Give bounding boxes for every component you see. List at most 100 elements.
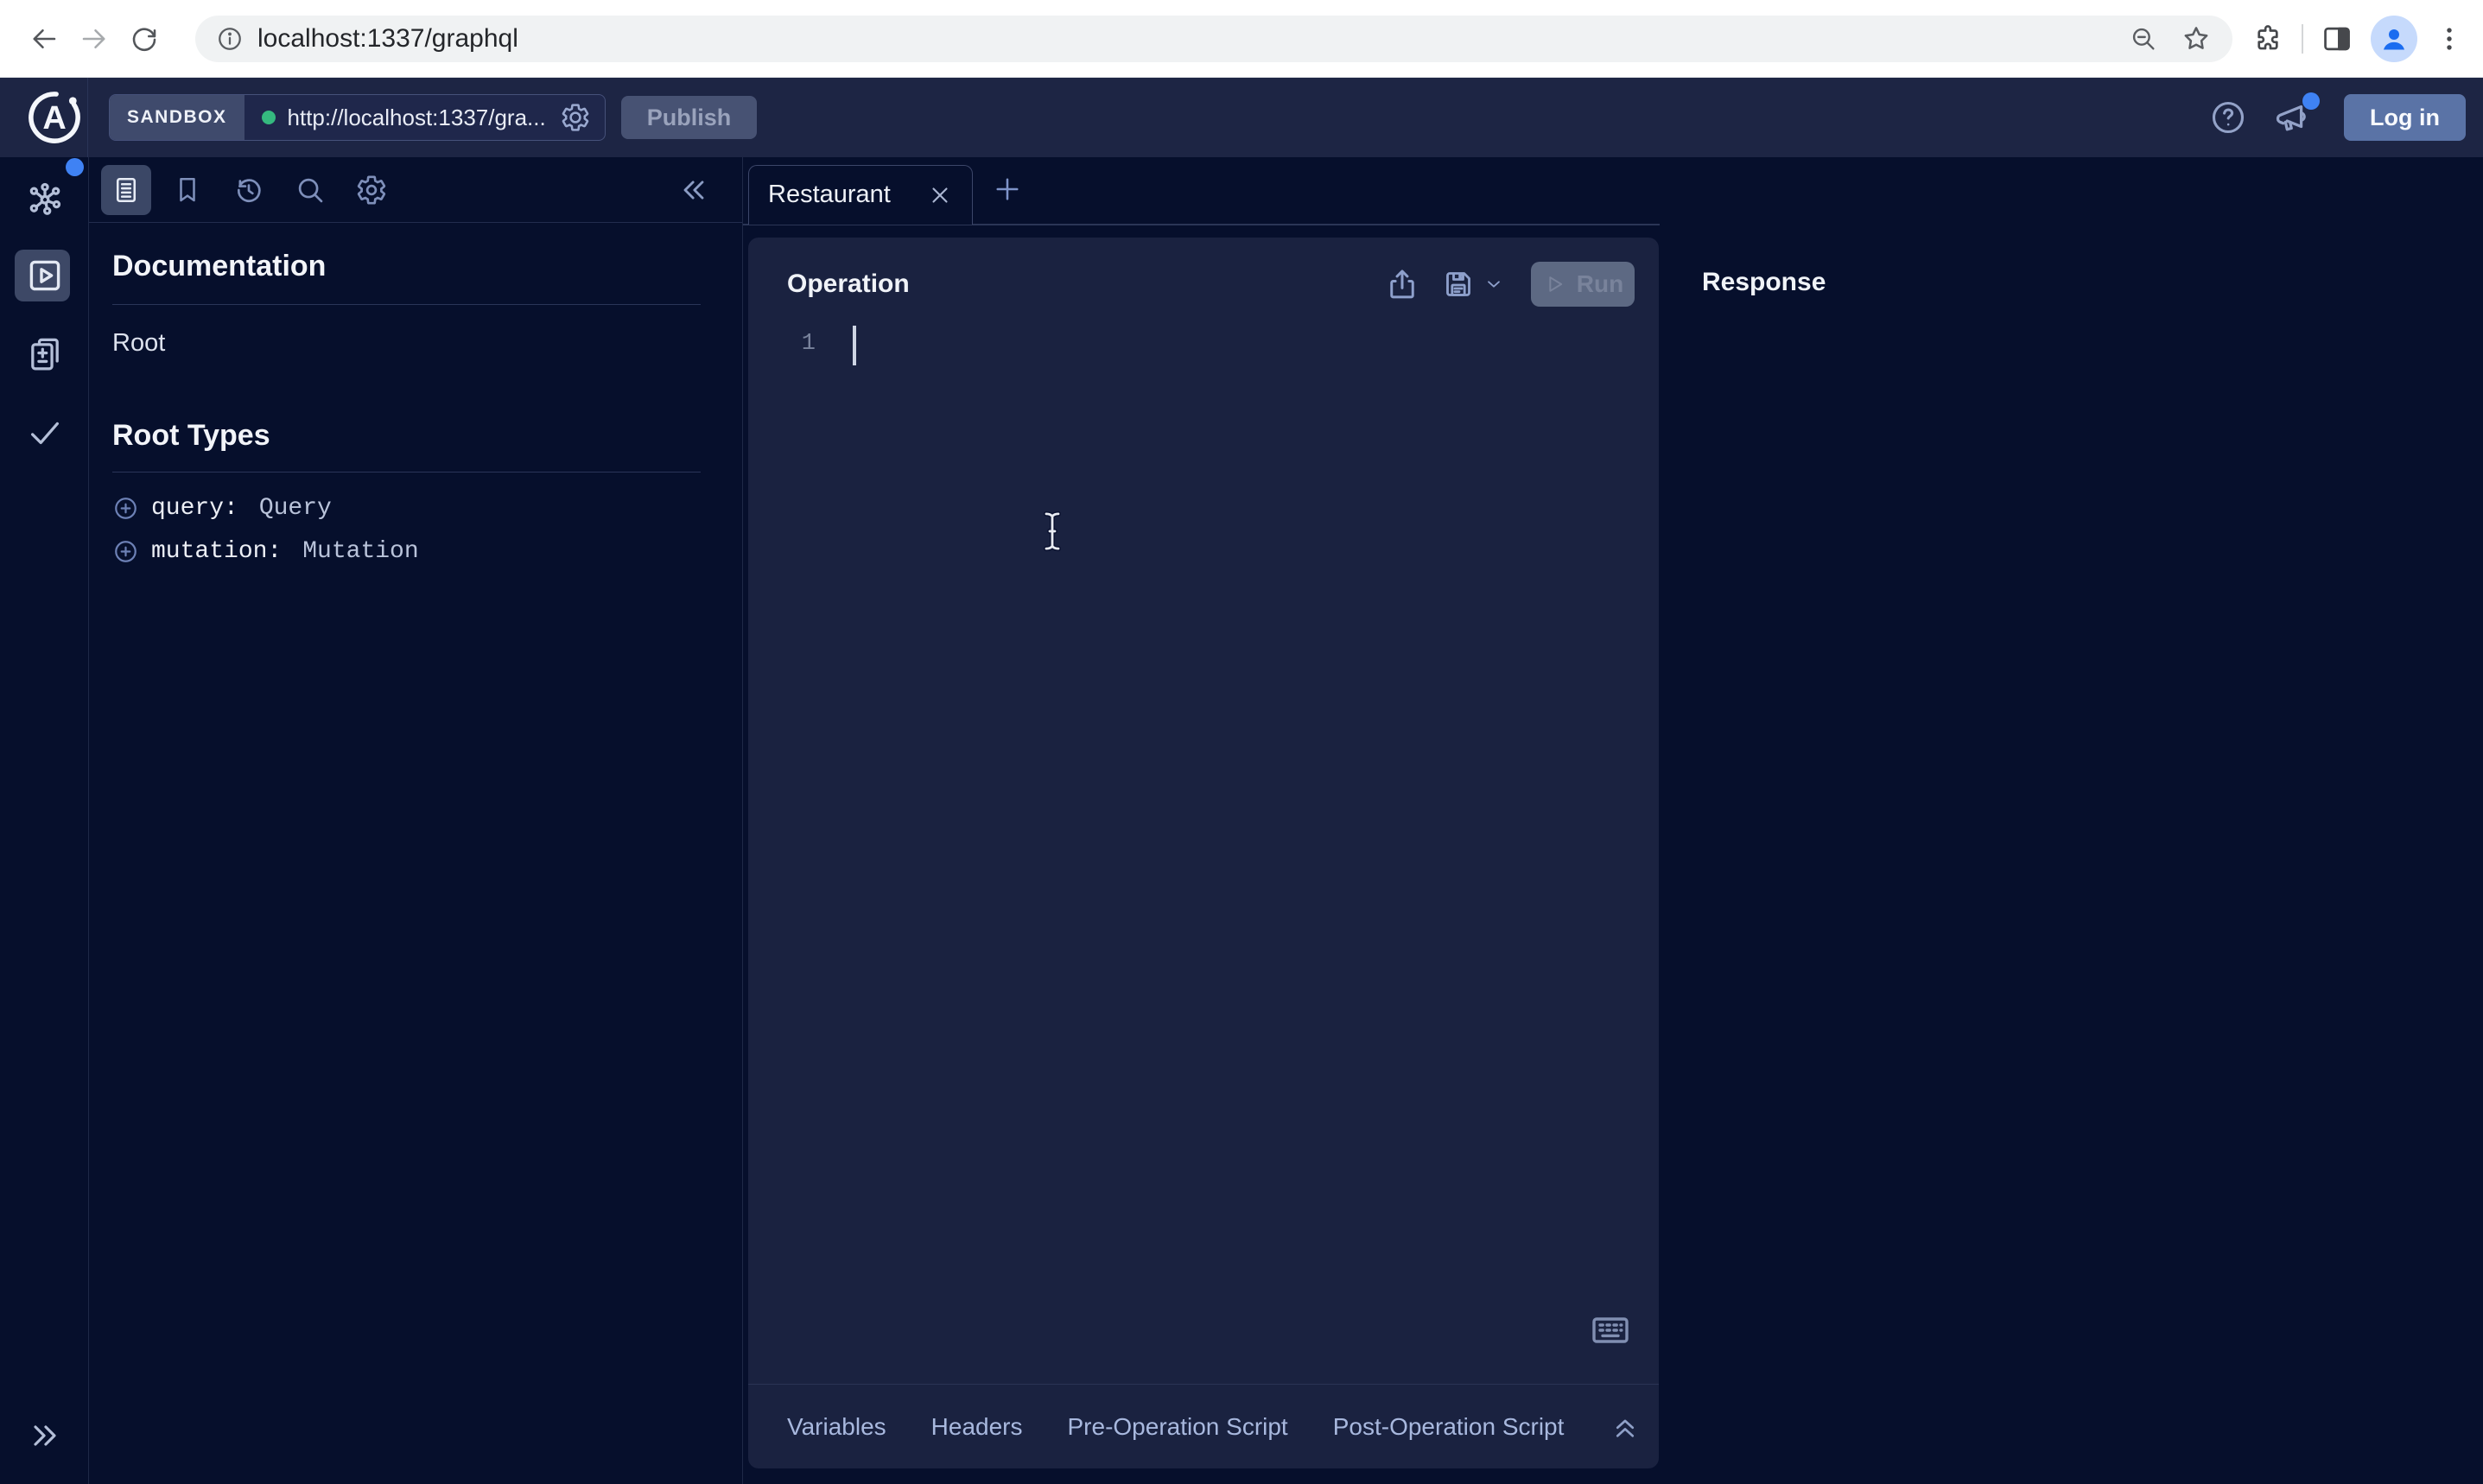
nav-checks[interactable]: [0, 413, 89, 453]
browser-chrome: localhost:1337/graphql: [0, 0, 2483, 78]
history-clock-icon: [232, 174, 265, 206]
operation-tab[interactable]: Restaurant: [748, 165, 973, 225]
extensions-icon[interactable]: [2251, 22, 2284, 55]
topbar-divider: [87, 78, 88, 157]
save-button-group[interactable]: [1441, 267, 1505, 301]
root-type-row-mutation: mutation: Mutation: [112, 530, 701, 573]
tab-headers[interactable]: Headers: [931, 1413, 1023, 1441]
circle-plus-icon[interactable]: [112, 495, 139, 522]
docs-title: Documentation: [112, 249, 701, 283]
operation-footer: Variables Headers Pre-Operation Script P…: [748, 1384, 1659, 1468]
menu-kebab-icon[interactable]: [2435, 24, 2464, 54]
response-panel: Response: [1660, 157, 2483, 1484]
tab-settings[interactable]: [346, 165, 397, 215]
chrome-divider: [2302, 24, 2303, 54]
tab-pre-operation-script[interactable]: Pre-Operation Script: [1068, 1413, 1288, 1441]
expand-rail-button[interactable]: [0, 1417, 89, 1455]
root-type-row-query: query: Query: [112, 486, 701, 530]
gear-icon: [355, 174, 388, 206]
ibeam-mouse-cursor: [1040, 510, 1064, 553]
sandbox-badge: SANDBOX: [110, 95, 244, 140]
announcement-notification-dot: [2302, 92, 2320, 110]
save-floppy-icon: [1441, 267, 1476, 301]
bookmark-star-icon[interactable]: [2181, 23, 2212, 54]
close-icon[interactable]: [927, 182, 953, 208]
url-text: localhost:1337/graphql: [257, 24, 518, 54]
double-chevron-up-icon: [1609, 1411, 1642, 1443]
run-button[interactable]: Run: [1531, 262, 1635, 307]
help-question-icon: [2209, 98, 2247, 136]
explorer-play-icon: [24, 255, 66, 296]
apollo-topbar: A SANDBOX http://localhost:1337/gra... P…: [0, 78, 2483, 157]
left-rail: [0, 157, 89, 1484]
person-icon: [2377, 22, 2411, 56]
announcements-button[interactable]: [2273, 98, 2313, 137]
url-bar[interactable]: localhost:1337/graphql: [195, 16, 2232, 62]
double-chevron-left-icon: [676, 173, 711, 207]
collapse-docs-button[interactable]: [676, 173, 711, 207]
play-outline-icon: [1542, 272, 1566, 296]
share-icon[interactable]: [1384, 266, 1420, 302]
docs-toolbar: [89, 157, 742, 223]
tab-variables[interactable]: Variables: [787, 1413, 886, 1441]
bookmark-icon: [172, 174, 203, 206]
apollo-logo[interactable]: A: [24, 87, 85, 148]
field-name: query:: [151, 495, 238, 522]
type-link[interactable]: Query: [259, 495, 332, 522]
publish-button[interactable]: Publish: [621, 96, 758, 139]
plus-icon: [992, 174, 1023, 205]
endpoint-pill: SANDBOX http://localhost:1337/gra...: [109, 94, 606, 141]
diff-documents-icon: [25, 334, 65, 374]
operation-header: Operation Run: [748, 238, 1659, 307]
site-info-icon: [216, 25, 244, 53]
reload-button[interactable]: [119, 14, 169, 64]
circle-plus-icon[interactable]: [112, 538, 139, 565]
back-button[interactable]: [19, 14, 69, 64]
reload-icon: [129, 23, 160, 54]
keyboard-shortcuts-icon[interactable]: [1590, 1313, 1631, 1348]
search-icon: [294, 174, 327, 206]
connection-settings-gear-icon[interactable]: [560, 102, 591, 133]
document-icon: [111, 174, 142, 206]
graph-network-icon: [25, 179, 65, 219]
nav-schema-graph[interactable]: [0, 179, 89, 219]
response-title: Response: [1702, 268, 1826, 296]
schema-notification-dot: [66, 158, 84, 176]
caret-down-icon: [1483, 273, 1505, 295]
connection-status-dot: [262, 111, 276, 124]
divider: [112, 304, 701, 305]
back-arrow-icon: [29, 23, 60, 54]
operation-editor-panel: Operation Run 1 Variables: [748, 238, 1659, 1468]
tab-search[interactable]: [285, 165, 335, 215]
profile-avatar[interactable]: [2371, 16, 2417, 62]
workspace: Restaurant Operation Run: [743, 157, 2483, 1484]
tab-saved-operations[interactable]: [162, 165, 213, 215]
login-button[interactable]: Log in: [2344, 94, 2466, 141]
tab-post-operation-script[interactable]: Post-Operation Script: [1333, 1413, 1565, 1441]
nav-explorer[interactable]: [0, 255, 89, 296]
new-tab-button[interactable]: [988, 170, 1026, 208]
help-button[interactable]: [2209, 98, 2247, 136]
forward-arrow-icon: [79, 23, 110, 54]
field-name: mutation:: [151, 538, 282, 565]
svg-text:A: A: [42, 100, 66, 136]
checkmark-icon: [25, 413, 65, 453]
nav-changelog[interactable]: [0, 334, 89, 374]
operation-code-area[interactable]: [835, 315, 1642, 1373]
zoom-out-icon[interactable]: [2129, 24, 2158, 54]
documentation-panel: Documentation Root Root Types query: Que…: [89, 157, 743, 1484]
endpoint-url-input[interactable]: http://localhost:1337/gra...: [288, 105, 546, 131]
expand-footer-button[interactable]: [1609, 1411, 1642, 1443]
double-chevron-right-icon: [26, 1417, 64, 1455]
tab-history[interactable]: [224, 165, 274, 215]
forward-button[interactable]: [69, 14, 119, 64]
operation-title: Operation: [787, 270, 910, 299]
editor-line-number: 1: [798, 331, 816, 357]
run-label: Run: [1577, 270, 1623, 298]
docs-root-link[interactable]: Root: [112, 329, 701, 358]
operation-tab-title: Restaurant: [768, 181, 891, 209]
root-types-title: Root Types: [112, 418, 701, 453]
tab-documentation[interactable]: [101, 165, 151, 215]
side-panel-icon[interactable]: [2321, 22, 2353, 55]
type-link[interactable]: Mutation: [302, 538, 418, 565]
